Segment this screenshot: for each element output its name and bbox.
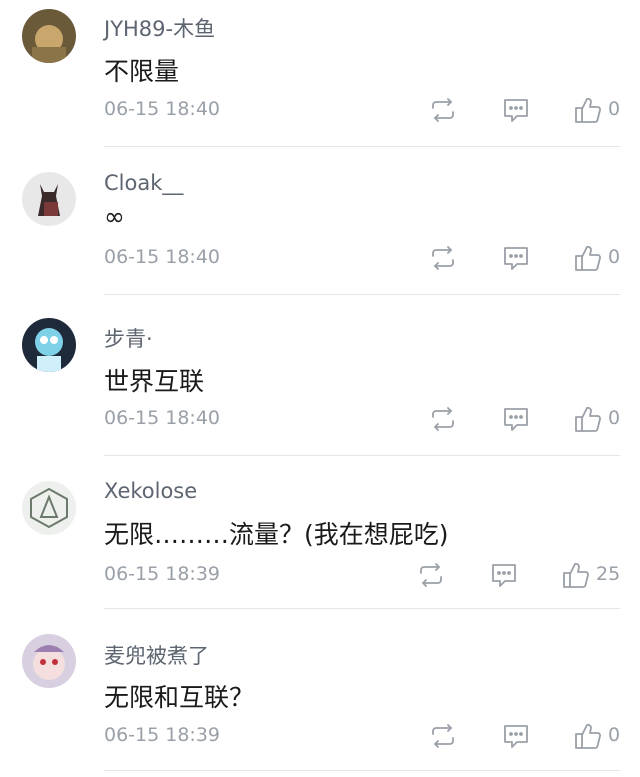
timestamp: 06-15 18:39	[104, 724, 221, 746]
like-count: 25	[596, 563, 621, 585]
reply-button[interactable]	[501, 721, 531, 751]
avatar[interactable]	[22, 318, 76, 372]
comment-text: 无限………流量？(我在想屁吃)	[104, 520, 449, 549]
divider	[104, 294, 620, 295]
divider	[104, 770, 620, 771]
avatar[interactable]	[22, 172, 76, 226]
timestamp: 06-15 18:40	[104, 246, 221, 268]
avatar[interactable]	[22, 9, 76, 63]
avatar[interactable]	[22, 634, 76, 688]
like-count: 0	[608, 724, 621, 746]
like-button[interactable]	[573, 404, 603, 434]
share-icon	[432, 246, 454, 270]
avatar[interactable]	[22, 481, 76, 535]
reply-button[interactable]	[501, 95, 531, 125]
timestamp: 06-15 18:39	[104, 563, 221, 585]
share-icon	[432, 407, 454, 431]
like-button[interactable]	[573, 95, 603, 125]
share-icon	[432, 724, 454, 748]
reply-button[interactable]	[501, 404, 531, 434]
username[interactable]: Cloak__	[104, 171, 183, 195]
comment-text: ∞	[104, 202, 125, 231]
divider	[104, 146, 620, 147]
thumbs-up-icon	[575, 97, 601, 123]
username[interactable]: 步青·	[104, 323, 153, 353]
thumbs-up-icon	[575, 723, 601, 749]
comment-text: 世界互联	[104, 367, 205, 396]
divider	[104, 455, 620, 456]
like-button[interactable]	[573, 243, 603, 273]
comment-icon	[504, 99, 528, 122]
share-button[interactable]	[416, 560, 446, 590]
share-button[interactable]	[428, 721, 458, 751]
thumbs-up-icon	[563, 562, 589, 588]
like-count: 0	[608, 407, 621, 429]
divider	[104, 608, 620, 609]
share-icon	[420, 563, 442, 587]
username[interactable]: 麦兜被煮了	[104, 640, 209, 670]
thumbs-up-icon	[575, 406, 601, 432]
comment-text: 无限和互联？	[104, 683, 255, 712]
like-button[interactable]	[561, 560, 591, 590]
like-button[interactable]	[573, 721, 603, 751]
share-button[interactable]	[428, 243, 458, 273]
comment-icon	[504, 408, 528, 431]
like-count: 0	[608, 98, 621, 120]
reply-button[interactable]	[501, 243, 531, 273]
like-count: 0	[608, 246, 621, 268]
comment-icon	[504, 247, 528, 270]
timestamp: 06-15 18:40	[104, 407, 221, 429]
timestamp: 06-15 18:40	[104, 98, 221, 120]
comment-icon	[492, 564, 516, 587]
reply-button[interactable]	[489, 560, 519, 590]
thumbs-up-icon	[575, 245, 601, 271]
comment-icon	[504, 725, 528, 748]
share-button[interactable]	[428, 95, 458, 125]
comment-text: 不限量	[104, 57, 180, 86]
username[interactable]: Xekolose	[104, 479, 197, 503]
share-icon	[432, 98, 454, 122]
share-button[interactable]	[428, 404, 458, 434]
username[interactable]: JYH89-木鱼	[104, 13, 215, 43]
